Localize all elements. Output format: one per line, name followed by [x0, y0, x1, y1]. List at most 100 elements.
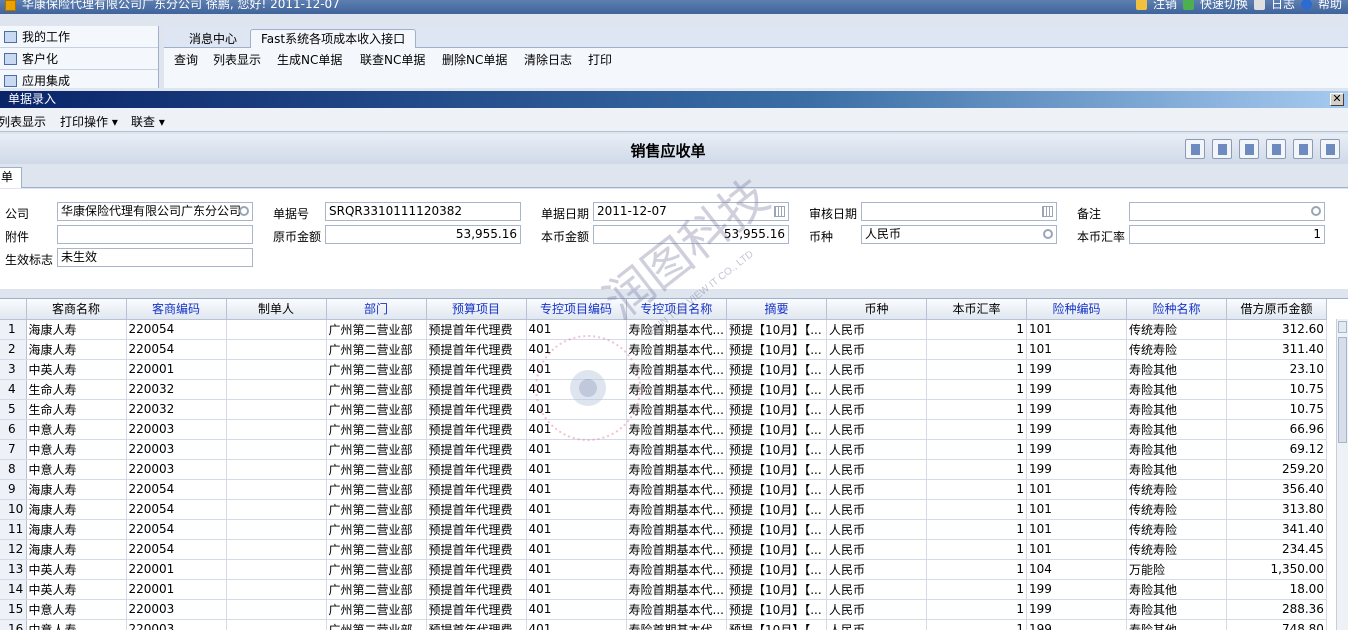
- table-cell[interactable]: 220003: [126, 619, 227, 630]
- table-row[interactable]: 10 海康人寿 220054 广州第二营业部 预提首年代理费 401 寿险首期基本代... 预…: [0, 499, 1327, 520]
- status-field[interactable]: 未生效: [57, 248, 253, 267]
- print-button[interactable]: 打印: [588, 51, 612, 68]
- table-cell[interactable]: 220003: [126, 459, 227, 480]
- table-cell[interactable]: [226, 399, 327, 420]
- company-field[interactable]: 华康保险代理有限公司广东分公司: [57, 202, 253, 221]
- table-cell[interactable]: 寿险其他: [1126, 579, 1227, 600]
- table-cell[interactable]: 人民币: [826, 339, 927, 360]
- table-cell[interactable]: 401: [526, 599, 627, 620]
- table-cell[interactable]: 401: [526, 399, 627, 420]
- table-row[interactable]: 1 海康人寿 220054 广州第二营业部 预提首年代理费 401 寿险首期基本代... 预提…: [0, 319, 1327, 340]
- table-cell[interactable]: 1: [926, 619, 1027, 630]
- table-cell[interactable]: 广州第二营业部: [326, 399, 427, 420]
- table-cell[interactable]: 海康人寿: [26, 539, 127, 560]
- table-cell[interactable]: 寿险首期基本代...: [626, 459, 727, 480]
- table-cell[interactable]: 220054: [126, 319, 227, 340]
- table-cell[interactable]: 401: [526, 339, 627, 360]
- table-cell[interactable]: 寿险其他: [1126, 619, 1227, 630]
- table-cell[interactable]: 寿险首期基本代...: [626, 359, 727, 380]
- table-cell[interactable]: 寿险首期基本代...: [626, 399, 727, 420]
- table-cell[interactable]: 万能险: [1126, 559, 1227, 580]
- table-cell[interactable]: 220001: [126, 359, 227, 380]
- table-cell[interactable]: 预提【10月】【...: [726, 319, 827, 340]
- table-cell[interactable]: [226, 479, 327, 500]
- search-icon[interactable]: [1311, 206, 1321, 216]
- table-cell[interactable]: 生命人寿: [26, 399, 127, 420]
- doc-no-field[interactable]: SRQR3310111120382: [325, 202, 521, 221]
- table-row[interactable]: 6 中意人寿 220003 广州第二营业部 预提首年代理费 401 寿险首期基本代... 预提…: [0, 419, 1327, 440]
- table-cell[interactable]: 预提首年代理费: [426, 419, 527, 440]
- nav-item-integration[interactable]: 应用集成: [0, 70, 158, 92]
- table-cell[interactable]: 401: [526, 319, 627, 340]
- table-cell[interactable]: 传统寿险: [1126, 539, 1227, 560]
- table-row[interactable]: 8 中意人寿 220003 广州第二营业部 预提首年代理费 401 寿险首期基本代... 预提…: [0, 459, 1327, 480]
- table-cell[interactable]: 104: [1026, 559, 1127, 580]
- gen-nc-button[interactable]: 生成NC单据: [277, 51, 342, 68]
- table-cell[interactable]: 199: [1026, 619, 1127, 630]
- table-cell[interactable]: 预提【10月】【...: [726, 399, 827, 420]
- table-cell[interactable]: 预提首年代理费: [426, 459, 527, 480]
- table-cell[interactable]: 预提【10月】【...: [726, 339, 827, 360]
- table-cell[interactable]: 中意人寿: [26, 619, 127, 630]
- table-cell[interactable]: 预提【10月】【...: [726, 599, 827, 620]
- query-button[interactable]: 查询: [174, 51, 198, 68]
- table-cell[interactable]: 10.75: [1226, 399, 1327, 420]
- table-cell[interactable]: 预提首年代理费: [426, 359, 527, 380]
- table-cell[interactable]: 广州第二营业部: [326, 539, 427, 560]
- table-cell[interactable]: 预提【10月】【...: [726, 579, 827, 600]
- print-icon[interactable]: [1239, 139, 1259, 159]
- table-cell[interactable]: 预提首年代理费: [426, 539, 527, 560]
- table-cell[interactable]: 人民币: [826, 539, 927, 560]
- table-cell[interactable]: 人民币: [826, 519, 927, 540]
- table-cell[interactable]: [226, 619, 327, 630]
- table-cell[interactable]: 220032: [126, 399, 227, 420]
- tab-message-center[interactable]: 消息中心: [178, 29, 248, 49]
- table-cell[interactable]: 311.40: [1226, 339, 1327, 360]
- scroll-up-icon[interactable]: [1338, 321, 1347, 333]
- tab-document[interactable]: 单据: [0, 167, 22, 203]
- table-cell[interactable]: [226, 599, 327, 620]
- table-cell[interactable]: 1: [926, 479, 1027, 500]
- table-cell[interactable]: 1: [926, 439, 1027, 460]
- table-cell[interactable]: 101: [1026, 339, 1127, 360]
- table-cell[interactable]: 寿险首期基本代...: [626, 499, 727, 520]
- table-cell[interactable]: 预提【10月】【...: [726, 439, 827, 460]
- table-cell[interactable]: 401: [526, 479, 627, 500]
- table-cell[interactable]: 220003: [126, 599, 227, 620]
- table-row[interactable]: 9 海康人寿 220054 广州第二营业部 预提首年代理费 401 寿险首期基本代... 预提…: [0, 479, 1327, 500]
- table-cell[interactable]: 401: [526, 459, 627, 480]
- table-cell[interactable]: 中意人寿: [26, 439, 127, 460]
- table-cell[interactable]: 人民币: [826, 459, 927, 480]
- table-cell[interactable]: 1: [926, 319, 1027, 340]
- table-cell[interactable]: 220054: [126, 519, 227, 540]
- table-cell[interactable]: 220054: [126, 479, 227, 500]
- table-row[interactable]: 14 中英人寿 220001 广州第二营业部 预提首年代理费 401 寿险首期基本代... 预…: [0, 579, 1327, 600]
- table-cell[interactable]: 220001: [126, 559, 227, 580]
- table-cell[interactable]: 748.80: [1226, 619, 1327, 630]
- column-header[interactable]: 预算项目: [426, 299, 527, 320]
- log-link[interactable]: 日志: [1271, 0, 1295, 10]
- table-cell[interactable]: 预提首年代理费: [426, 619, 527, 630]
- table-cell[interactable]: 中英人寿: [26, 359, 127, 380]
- table-cell[interactable]: 预提首年代理费: [426, 439, 527, 460]
- table-cell[interactable]: 预提【10月】【...: [726, 619, 827, 630]
- table-cell[interactable]: 广州第二营业部: [326, 459, 427, 480]
- table-cell[interactable]: 人民币: [826, 359, 927, 380]
- menu-link-query[interactable]: 联查 ▾: [131, 113, 165, 130]
- table-cell[interactable]: 1: [926, 519, 1027, 540]
- table-cell[interactable]: 人民币: [826, 559, 927, 580]
- help-icon[interactable]: [1293, 139, 1313, 159]
- table-cell[interactable]: 220054: [126, 499, 227, 520]
- table-cell[interactable]: 预提首年代理费: [426, 499, 527, 520]
- table-row[interactable]: 16 中意人寿 220003 广州第二营业部 预提首年代理费 401 寿险首期基本代... 预…: [0, 619, 1327, 630]
- table-cell[interactable]: 人民币: [826, 619, 927, 630]
- table-cell[interactable]: 寿险首期基本代...: [626, 579, 727, 600]
- audit-date-field[interactable]: [861, 202, 1057, 221]
- table-cell[interactable]: [226, 319, 327, 340]
- table-cell[interactable]: [226, 519, 327, 540]
- document-icon[interactable]: [1185, 139, 1205, 159]
- search-icon[interactable]: [239, 206, 249, 216]
- table-cell[interactable]: 人民币: [826, 439, 927, 460]
- table-cell[interactable]: 广州第二营业部: [326, 379, 427, 400]
- table-cell[interactable]: 传统寿险: [1126, 519, 1227, 540]
